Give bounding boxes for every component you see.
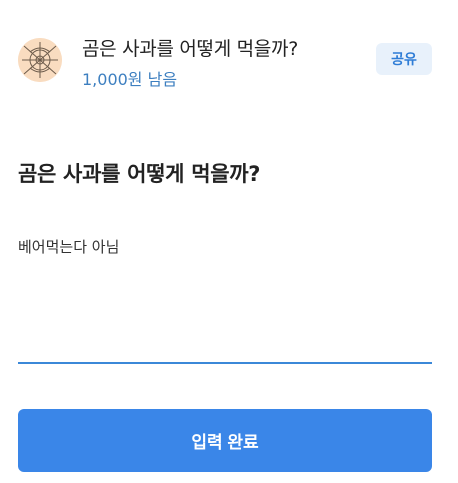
avatar [18,38,62,82]
remaining-amount: 1,000원 남음 [82,70,178,89]
submit-button[interactable]: 입력 완료 [18,409,432,472]
question-title: 곰은 사과를 어떻게 먹을까? [18,162,261,186]
answer-text: 베어먹는다 아님 [18,238,120,256]
share-button[interactable]: 공유 [376,43,432,75]
header: 곰은 사과를 어떻게 먹을까? 1,000원 남음 공유 [0,0,458,100]
page: 곰은 사과를 어떻게 먹을까? 1,000원 남음 공유 곰은 사과를 어떻게 … [0,0,458,483]
circular-emblem-icon [18,38,62,82]
header-title: 곰은 사과를 어떻게 먹을까? [82,38,298,60]
answer-input[interactable]: 베어먹는다 아님 [18,226,432,364]
